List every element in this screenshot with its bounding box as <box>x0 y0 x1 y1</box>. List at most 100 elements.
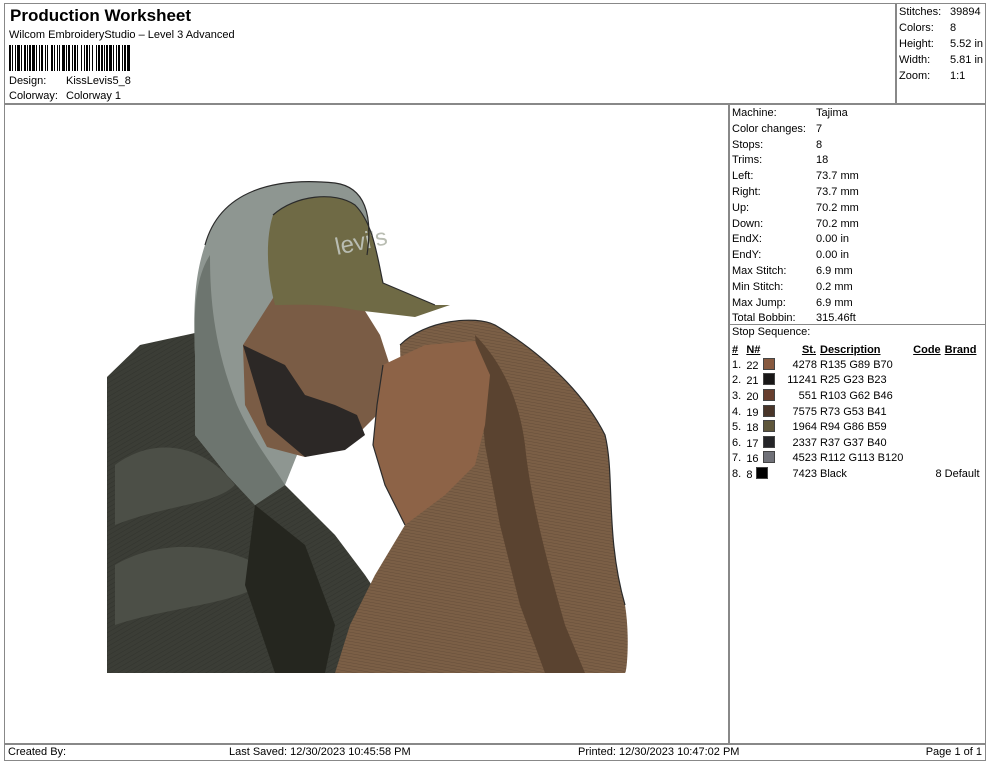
thread-brand: Default <box>944 467 980 480</box>
stitch-count: 2337 <box>792 436 817 449</box>
info-row: Down: 70.2 mm <box>732 217 859 230</box>
stitch-count: 4278 <box>792 358 817 371</box>
needle-number: 20 <box>746 390 759 403</box>
stitch-count: 551 <box>798 389 817 402</box>
worksheet-header: Production Worksheet Wilcom EmbroiderySt… <box>4 3 896 104</box>
info-value: 73.7 mm <box>816 170 859 183</box>
needle-number: 18 <box>746 422 759 435</box>
design-name: KissLevis5_8 <box>66 75 131 87</box>
info-label: Total Bobbin: <box>732 312 796 325</box>
info-row: Right: 73.7 mm <box>732 186 859 198</box>
created-by: Created By: <box>8 746 67 758</box>
thread-brand <box>944 451 985 467</box>
thread-code <box>911 357 944 373</box>
stop-sequence-body: 1. 22 4278 R135 G89 B70 2. 21 11241 R25 G23 B23… <box>731 357 985 482</box>
info-value: 6.9 mm <box>816 265 853 277</box>
design-row: Design: KissLevis5_8 <box>9 75 131 87</box>
needle-cell: 16 <box>745 451 776 467</box>
info-value: 6.9 mm <box>816 296 853 309</box>
info-label: Down: <box>732 217 764 230</box>
thread-description: R73 G53 B41 <box>820 405 887 418</box>
info-label: Stops: <box>732 138 764 151</box>
info-label: Machine: <box>732 107 777 119</box>
table-row: 3. 20 551 R103 G62 B46 <box>731 388 985 404</box>
cap-shape <box>267 196 450 317</box>
color-swatch <box>762 435 775 448</box>
thread-brand <box>944 404 985 420</box>
color-swatch <box>762 420 775 433</box>
stat-colors: Colors: 8 <box>899 22 957 34</box>
design-stats: Stitches: 39894 Colors: 8 Height: 5.52 in W… <box>896 3 986 104</box>
row-number: 1. <box>732 358 742 371</box>
info-row: Up: 70.2 mm <box>732 201 859 214</box>
info-label: Right: <box>732 186 761 198</box>
row-number: 5. <box>732 421 742 434</box>
row-number: 6. <box>732 436 742 449</box>
info-value: 7 <box>816 122 823 135</box>
info-value: 70.2 mm <box>816 217 859 230</box>
stitch-count: 11241 <box>787 374 817 387</box>
info-row: Max Stitch: 6.9 mm <box>732 265 853 277</box>
info-value: Tajima <box>816 107 848 119</box>
row-number: 2. <box>732 374 742 387</box>
needle-number: 22 <box>746 359 759 372</box>
section-divider <box>730 324 985 325</box>
color-swatch <box>762 373 775 386</box>
table-header-row: # N# St. Description Code Brand <box>731 342 985 357</box>
info-value: 70.2 mm <box>816 201 859 214</box>
needle-number: 8 <box>746 468 753 481</box>
stat-width: Width: 5.81 in <box>899 54 984 66</box>
info-row: EndX: 0.00 in <box>732 233 849 245</box>
barcode-bar <box>127 45 130 71</box>
color-swatch <box>762 388 775 401</box>
thread-description: R112 G113 B120 <box>820 452 904 465</box>
stitch-count: 4523 <box>792 452 817 465</box>
colorway-name: Colorway 1 <box>66 90 122 102</box>
info-value: 8 <box>816 138 823 151</box>
worksheet-footer: Created By: Last Saved: 12/30/2023 10:45… <box>4 744 986 761</box>
info-label: Max Stitch: <box>732 265 787 277</box>
barcode <box>9 45 191 71</box>
info-row: Color changes: 7 <box>732 123 822 135</box>
row-number: 3. <box>732 389 742 402</box>
info-row: Machine: Tajima <box>732 107 848 119</box>
info-row: EndY: 0.00 in <box>732 249 849 261</box>
colorway-label: Colorway: <box>9 90 58 102</box>
info-value: 315.46ft <box>816 312 856 325</box>
info-value: 18 <box>816 154 829 167</box>
needle-cell: 18 <box>745 419 776 435</box>
machine-info-panel: Machine: Tajima Color changes: 7 Stops: 8 Trim… <box>729 104 986 744</box>
info-value: 0.00 in <box>816 233 850 246</box>
table-row: 7. 16 4523 R112 G113 B120 <box>731 451 985 467</box>
row-number: 8. <box>732 467 742 480</box>
worksheet-title: Production Worksheet <box>10 6 192 25</box>
info-label: Min Stitch: <box>732 280 784 293</box>
needle-cell: 22 <box>745 357 776 373</box>
stat-zoom: Zoom: 1:1 <box>899 70 966 82</box>
table-row: 6. 17 2337 R37 G37 B40 <box>731 435 985 451</box>
info-row: Max Jump: 6.9 mm <box>732 297 853 309</box>
info-row: Min Stitch: 0.2 mm <box>732 280 853 293</box>
info-value: 0.2 mm <box>816 280 853 293</box>
info-row: Stops: 8 <box>732 138 822 151</box>
thread-description: R94 G86 B59 <box>820 421 887 434</box>
row-number: 7. <box>732 452 742 465</box>
col-header-number: # <box>732 343 739 356</box>
page-number: Page 1 of 1 <box>925 746 982 758</box>
thread-code <box>911 404 944 420</box>
thread-description: R37 G37 B40 <box>820 436 887 449</box>
info-label: Trims: <box>732 154 763 167</box>
info-label: Up: <box>732 201 750 214</box>
thread-brand <box>944 388 985 404</box>
color-swatch <box>762 357 775 370</box>
color-swatch <box>762 404 775 417</box>
thread-brand <box>944 357 985 373</box>
thread-description: R25 G23 B23 <box>820 374 887 387</box>
table-row: 1. 22 4278 R135 G89 B70 <box>731 357 985 373</box>
thread-code <box>911 435 944 451</box>
stop-sequence-table: # N# St. Description Code Brand 1. 22 4278… <box>731 342 985 482</box>
col-header-stitches: St. <box>801 343 816 356</box>
info-row: Total Bobbin: 315.46ft <box>732 312 856 325</box>
stitch-count: 1964 <box>792 421 817 434</box>
stop-sequence-title: Stop Sequence: <box>732 326 811 338</box>
